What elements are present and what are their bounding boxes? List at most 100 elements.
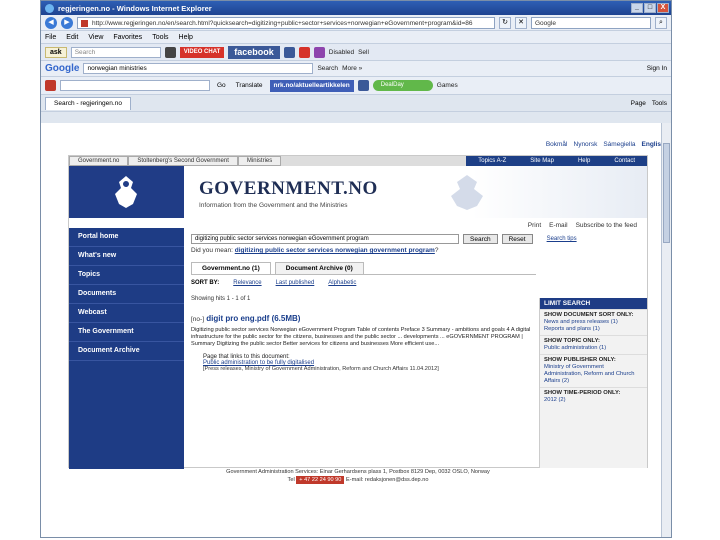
mail-icon[interactable] [298,46,310,58]
tab-government-no[interactable]: Government.no (1) [191,262,271,274]
linking-page-meta: [Press releases, Ministry of Government … [203,366,439,372]
tools-menu[interactable]: Tools [652,100,667,107]
video-chat-button[interactable]: VIDEO CHAT [179,46,225,58]
google-search-input[interactable]: norwegian ministries [83,63,314,74]
facebook-icon[interactable] [283,46,295,58]
site-search-input[interactable]: digitizing public sector services norweg… [191,234,459,244]
result-title: [no-] digit pro eng.pdf (6.5MB) [191,314,536,323]
refresh-button[interactable]: ↻ [499,16,511,29]
ask-search-input[interactable]: Search [70,46,161,58]
limit-heading: SHOW TIME-PERIOD ONLY: [544,390,621,396]
menu-tools[interactable]: Tools [152,34,168,41]
search-icon[interactable]: ⌕ [655,16,667,29]
lion-watermark-icon [451,175,483,210]
footer-email[interactable]: E-mail: redaksjonen@dss.dep.no [346,477,428,483]
vertical-scrollbar[interactable] [661,123,671,537]
topnav-government[interactable]: Government.no [69,156,129,166]
sort-label: SORT BY: [191,280,220,286]
nrk-link[interactable]: nrk.no/aktuelleartikkelen [269,79,354,92]
limit-option[interactable]: Ministry of Government Administration, R… [544,364,643,385]
footer-phone: + 47 22 24 90 90 [296,476,345,484]
search-tips-link[interactable]: Search tips [547,236,577,242]
stop-button[interactable]: ✕ [515,16,527,29]
flag-icon[interactable] [45,80,56,91]
tv-icon[interactable] [164,46,176,58]
minimize-button[interactable]: _ [631,3,643,13]
scroll-thumb[interactable] [663,143,670,243]
widget-icon[interactable] [313,46,325,58]
limit-heading: SHOW TOPIC ONLY: [544,338,600,344]
address-row: ◀ ▶ http://www.regjeringen.no/en/search.… [41,15,671,31]
result-link[interactable]: digit pro eng.pdf (6.5MB) [206,314,300,323]
close-button[interactable]: X [657,3,669,13]
nav-whats-new[interactable]: What's new [69,247,184,266]
nav-the-government[interactable]: The Government [69,323,184,342]
browser-tab[interactable]: Search - regjeringen.no [45,96,131,110]
nav-documents[interactable]: Documents [69,285,184,304]
limit-option[interactable]: News and press releases (1) [544,319,643,326]
sell-label[interactable]: Sell [358,49,369,56]
nav-topics[interactable]: Topics [69,266,184,285]
dealday-button[interactable]: DealDay [372,80,433,91]
did-you-mean-link[interactable]: digitizing public sector services norweg… [235,247,435,254]
nav-document-archive[interactable]: Document Archive [69,342,184,361]
ie-icon [45,3,54,13]
translate-button[interactable]: Translate [233,82,266,89]
site-search-button[interactable]: Search [463,234,498,244]
lang-bokmal[interactable]: Bokmål [546,141,568,148]
limit-search-header: LIMIT SEARCH [540,298,647,309]
facebook-button[interactable]: facebook [228,45,280,59]
title-bar: regjeringen.no - Windows Internet Explor… [41,1,671,15]
page-menu[interactable]: Page [631,100,646,107]
ask-logo[interactable]: ask [45,46,67,58]
limit-option[interactable]: Reports and plans (1) [544,326,643,333]
address-bar[interactable]: http://www.regjeringen.no/en/search.html… [77,16,495,29]
sign-in-link[interactable]: Sign In [647,65,667,72]
forward-icon[interactable]: ▶ [61,16,73,29]
google-more-button[interactable]: More » [342,65,362,72]
back-icon[interactable]: ◀ [45,16,57,29]
games-link[interactable]: Games [437,82,458,89]
nav-portal-home[interactable]: Portal home [69,228,184,247]
sort-alphabetic[interactable]: Alphabetic [328,280,356,286]
google-toolbar: Google norwegian ministries Search More … [41,61,671,77]
limit-option[interactable]: Public administration (1) [544,345,643,352]
limit-publisher: SHOW PUBLISHER ONLY: Ministry of Governm… [540,354,647,387]
sort-relevance[interactable]: Relevance [233,280,261,286]
maximize-button[interactable]: □ [644,3,656,13]
limit-option[interactable]: 2012 (2) [544,397,643,404]
topnav-stoltenberg[interactable]: Stoltenberg's Second Government [128,156,238,166]
links-toolbar: Go Translate nrk.no/aktuelleartikkelen D… [41,77,671,95]
did-you-mean: Did you mean: digitizing public sector s… [191,247,647,254]
topnav-sitemap[interactable]: Site Map [518,156,566,166]
topnav-topics[interactable]: Topics A-Z [466,156,518,166]
browser-search-input[interactable]: Google [531,16,651,29]
topnav-help[interactable]: Help [566,156,602,166]
footer-tel-label: Tel [287,477,295,483]
government-site: Government.no Stoltenberg's Second Gover… [68,155,648,469]
topnav-contact[interactable]: Contact [602,156,647,166]
menu-help[interactable]: Help [179,34,193,41]
lang-samegiella[interactable]: Sámegiella [603,141,635,148]
nav-webcast[interactable]: Webcast [69,304,184,323]
site-title[interactable]: GOVERNMENT.NO [199,178,378,200]
reset-button[interactable]: Reset [501,234,533,244]
disabled-label[interactable]: Disabled [329,49,354,56]
page-viewport: Bokmål Nynorsk Sámegiella English Govern… [41,123,671,537]
topnav-ministries[interactable]: Ministries [237,156,282,166]
sort-last-published[interactable]: Last published [276,280,315,286]
browser-window: regjeringen.no - Windows Internet Explor… [40,0,672,538]
links-input[interactable] [60,80,210,91]
menu-view[interactable]: View [88,34,103,41]
limit-time-period: SHOW TIME-PERIOD ONLY: 2012 (2) [540,387,647,406]
go-button[interactable]: Go [214,82,229,89]
limit-heading: SHOW DOCUMENT SORT ONLY: [544,312,634,318]
language-bar: Bokmål Nynorsk Sámegiella English [546,141,665,148]
tab-document-archive[interactable]: Document Archive (0) [274,262,364,274]
menu-favorites[interactable]: Favorites [113,34,142,41]
google-search-button[interactable]: Search [317,65,338,72]
facebook-small-icon[interactable] [357,80,369,91]
menu-edit[interactable]: Edit [66,34,78,41]
menu-file[interactable]: File [45,34,56,41]
lang-nynorsk[interactable]: Nynorsk [574,141,598,148]
